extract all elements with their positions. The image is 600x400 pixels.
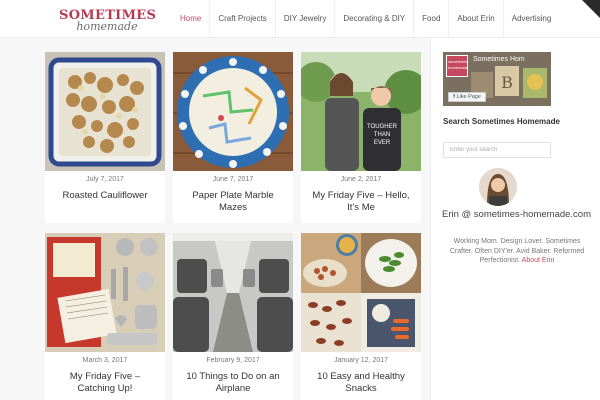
site-header: SOMETIMES homemade Home Craft Projects D… xyxy=(0,0,600,38)
nav-item-food[interactable]: Food xyxy=(413,0,448,38)
nav-item-home[interactable]: Home xyxy=(172,0,209,38)
facebook-page-widget[interactable]: B sometimes homemade Sometimes Hom f Lik… xyxy=(443,52,551,106)
facebook-page-logo: sometimes homemade xyxy=(446,55,468,77)
post-thumbnail-marble-maze[interactable] xyxy=(173,52,293,171)
post-card[interactable]: February 9, 2017 10 Things to Do on an A… xyxy=(173,233,293,400)
post-title[interactable]: My Friday Five – Hello, It’s Me xyxy=(307,190,415,214)
facebook-page-name[interactable]: Sometimes Hom xyxy=(473,56,525,63)
post-thumbnail-airplane[interactable] xyxy=(173,233,293,352)
post-card[interactable]: January 12, 2017 10 Easy and Healthy Sna… xyxy=(301,233,421,400)
post-date: July 7, 2017 xyxy=(86,176,124,183)
post-date: February 9, 2017 xyxy=(206,357,260,364)
post-thumbnail-friday-five-hello[interactable]: TOUGHER THAN EVER xyxy=(301,52,421,171)
search-input[interactable] xyxy=(443,142,551,158)
post-thumbnail-cauliflower[interactable] xyxy=(45,52,165,171)
sidebar: B sometimes homemade Sometimes Hom f Lik… xyxy=(430,38,600,400)
post-title[interactable]: 10 Things to Do on an Airplane xyxy=(179,371,287,395)
svg-text:EVER: EVER xyxy=(374,140,391,146)
post-title[interactable]: My Friday Five – Catching Up! xyxy=(51,371,159,395)
author-bio: Working Mom. Design Lover. Sometimes Cra… xyxy=(445,237,589,266)
author-name: Erin @ sometimes-homemade.com xyxy=(441,209,592,220)
corner-ribbon-icon[interactable] xyxy=(582,0,600,18)
about-erin-link[interactable]: About Erin xyxy=(522,257,555,264)
nav-item-craft-projects[interactable]: Craft Projects xyxy=(209,0,274,38)
nav-item-decorating-diy[interactable]: Decorating & DIY xyxy=(334,0,413,38)
svg-text:TOUGHER: TOUGHER xyxy=(367,124,398,130)
nav-item-diy-jewelry[interactable]: DIY Jewelry xyxy=(274,0,335,38)
facebook-icon: f xyxy=(453,94,455,100)
nav-item-about-erin[interactable]: About Erin xyxy=(448,0,502,38)
post-thumbnail-healthy-snacks[interactable] xyxy=(301,233,421,352)
post-date: January 12, 2017 xyxy=(333,357,389,364)
svg-text:THAN: THAN xyxy=(374,132,390,138)
post-card[interactable]: June 7, 2017 Paper Plate Marble Mazes xyxy=(173,52,293,223)
nav-item-advertising[interactable]: Advertising xyxy=(502,0,560,38)
post-date: June 2, 2017 xyxy=(340,176,382,183)
post-thumbnail-friday-five-catching-up[interactable] xyxy=(45,233,165,352)
author-avatar xyxy=(479,168,517,206)
search-heading: Search Sometimes Homemade xyxy=(443,117,560,126)
post-card[interactable]: July 7, 2017 Roasted Cauliflower xyxy=(45,52,165,223)
post-title[interactable]: Roasted Cauliflower xyxy=(51,190,159,202)
post-date: March 3, 2017 xyxy=(82,357,128,364)
post-date: June 7, 2017 xyxy=(212,176,254,183)
svg-text:B: B xyxy=(501,73,513,92)
post-card[interactable]: March 3, 2017 My Friday Five – Catching … xyxy=(45,233,165,400)
like-page-label: Like Page xyxy=(456,94,481,100)
facebook-like-button[interactable]: f Like Page xyxy=(448,92,486,102)
site-logo[interactable]: SOMETIMES homemade xyxy=(59,9,156,33)
main-nav: Home Craft Projects DIY Jewelry Decorati… xyxy=(172,0,559,38)
author-bio-text: Working Mom. Design Lover. Sometimes Cra… xyxy=(449,238,585,264)
post-card[interactable]: TOUGHER THAN EVER June 2, 2017 My Friday… xyxy=(301,52,421,223)
post-title[interactable]: Paper Plate Marble Mazes xyxy=(179,190,287,214)
post-title[interactable]: 10 Easy and Healthy Snacks xyxy=(307,371,415,395)
